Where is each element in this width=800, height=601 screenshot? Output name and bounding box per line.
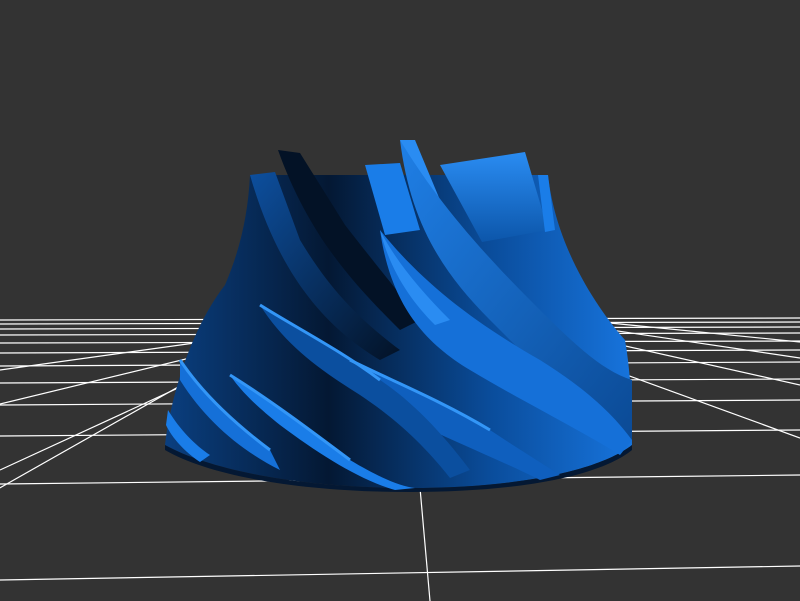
viewport-canvas <box>0 140 800 601</box>
3d-viewport[interactable] <box>0 0 800 601</box>
impeller-model[interactable] <box>165 140 632 492</box>
